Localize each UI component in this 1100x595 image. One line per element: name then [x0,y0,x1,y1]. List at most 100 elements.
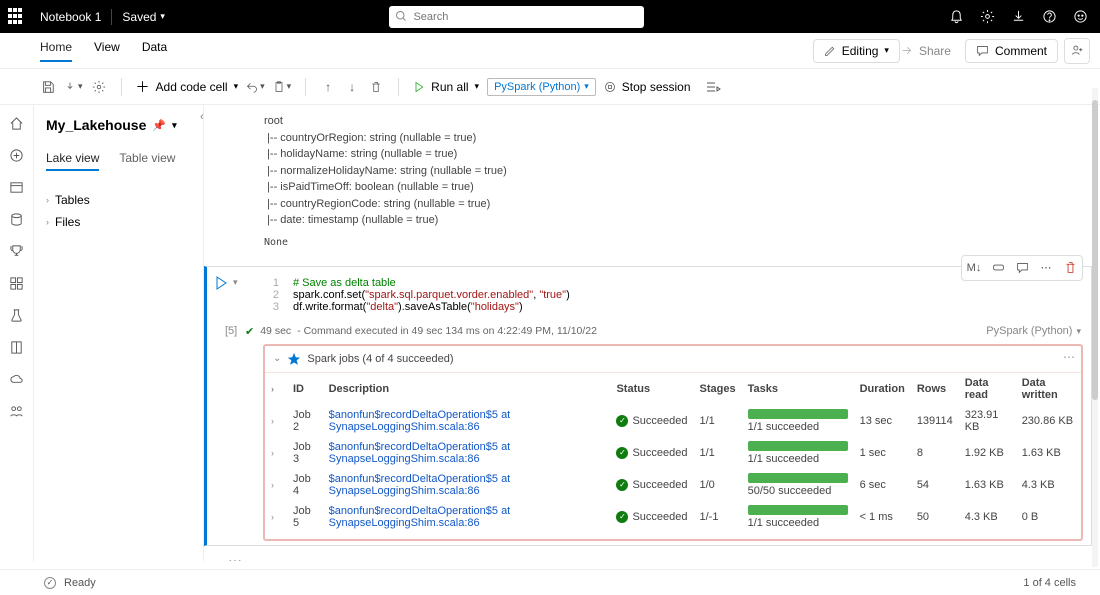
rail-flask-icon[interactable] [9,307,25,323]
tab-lake-view[interactable]: Lake view [46,151,99,171]
comment-button[interactable]: Comment [965,39,1058,63]
code-line-3: df.write.format("delta").saveAsTable("ho… [293,301,523,313]
job-written: 0 B [1016,501,1081,533]
delete-button[interactable] [368,79,384,95]
execution-summary-row: [5] ✔ 49 sec - Command executed in 49 se… [245,325,1091,338]
chevron-right-icon[interactable]: › [271,416,274,426]
download-icon[interactable] [1011,9,1026,24]
col-duration[interactable]: Duration [854,372,911,405]
job-description-link[interactable]: $anonfun$recordDeltaOperation$5 at Synap… [329,473,511,497]
col-tasks[interactable]: Tasks [742,372,854,405]
save-icon-button[interactable] [40,79,56,95]
tree-item-tables[interactable]: ›Tables [46,189,191,211]
toolbar-row: ▾ ＋ Add code cell ▾ ▾ ▾ ↑ ↓ Run all ▾ Py… [0,69,1100,105]
chevron-right-icon[interactable]: › [271,480,274,490]
col-description[interactable]: Description [323,372,611,405]
add-code-cell-button[interactable]: ＋ Add code cell ▾ [136,77,239,97]
spark-jobs-header[interactable]: ⌄ Spark jobs (4 of 4 succeeded) [265,350,1081,372]
gear-icon[interactable] [980,9,995,24]
table-row: ›Job 2$anonfun$recordDeltaOperation$5 at… [265,405,1081,437]
rail-cloud-icon[interactable] [9,371,25,387]
lakehouse-name: My_Lakehouse [46,117,146,133]
search-input[interactable] [389,6,644,28]
editing-mode-button[interactable]: Editing ▾ [813,39,900,63]
cell-toggle-icon[interactable] [988,258,1008,278]
search-icon [395,10,407,22]
share-button[interactable]: Share [900,44,951,58]
paste-button[interactable]: ▾ [273,81,292,93]
job-rows: 8 [911,437,959,469]
job-written: 230.86 KB [1016,405,1081,437]
tab-home[interactable]: Home [40,40,72,62]
col-data-read[interactable]: Data read [959,372,1016,405]
smile-icon[interactable] [1073,9,1088,24]
left-rail [0,105,34,561]
settings-icon-button[interactable] [91,79,107,95]
chevron-right-icon[interactable]: › [271,512,274,522]
col-stages[interactable]: Stages [694,372,742,405]
chevron-down-icon: ▾ [475,81,480,92]
code-cell: M↓ ⋯ ▾ 1# Save as delta table 2spark.con… [204,266,1092,546]
chevron-right-icon[interactable]: › [271,384,274,394]
check-circle-icon: ✓ [616,447,628,459]
chevron-right-icon: › [46,195,49,205]
language-select[interactable]: PySpark (Python) ▾ [487,78,596,96]
tree-item-files[interactable]: ›Files [46,211,191,233]
execution-number: [5] [225,325,237,337]
run-all-button[interactable]: Run all ▾ [413,80,479,94]
rail-trophy-icon[interactable] [9,243,25,259]
tab-view[interactable]: View [94,40,120,62]
rail-home-icon[interactable] [9,115,25,131]
bell-icon[interactable] [949,9,964,24]
ellipsis-icon[interactable]: ⋯ [228,552,1092,562]
run-cell-button[interactable] [213,275,229,291]
rail-browse-icon[interactable] [9,179,25,195]
cell-markdown-icon[interactable]: M↓ [964,258,984,278]
lakehouse-title-row[interactable]: My_Lakehouse 📌 ▾ [46,117,191,133]
stop-session-button[interactable]: Stop session [604,80,691,94]
table-row: ›Job 5$anonfun$recordDeltaOperation$5 at… [265,501,1081,533]
saved-status[interactable]: Saved ▾ [122,10,165,24]
chevron-down-icon[interactable]: ▾ [233,277,238,288]
ribbon-row: Home View Data Editing ▾ Share Comment [0,33,1100,69]
move-up-button[interactable]: ↑ [320,79,336,95]
rail-book-icon[interactable] [9,339,25,355]
chevron-down-icon[interactable]: ▾ [172,120,177,131]
help-icon[interactable] [1042,9,1057,24]
job-status: ✓Succeeded [616,447,687,459]
job-description-link[interactable]: $anonfun$recordDeltaOperation$5 at Synap… [329,441,511,465]
scrollbar-thumb[interactable] [1092,100,1098,400]
stop-session-label: Stop session [622,80,691,94]
rail-data-icon[interactable] [9,211,25,227]
pin-icon[interactable]: 📌 [152,119,166,132]
collaborate-button[interactable] [1064,38,1090,64]
chevron-right-icon[interactable]: › [271,448,274,458]
cell-comment-icon[interactable] [1012,258,1032,278]
tab-table-view[interactable]: Table view [119,151,175,171]
rail-people-icon[interactable] [9,403,25,419]
job-description-link[interactable]: $anonfun$recordDeltaOperation$5 at Synap… [329,409,511,433]
col-id[interactable]: ID [287,372,323,405]
col-data-written[interactable]: Data written [1016,372,1081,405]
job-status: ✓Succeeded [616,511,687,523]
download-icon-button[interactable]: ▾ [64,81,83,93]
rail-create-icon[interactable] [9,147,25,163]
plus-icon: ＋ [136,77,150,97]
job-description-link[interactable]: $anonfun$recordDeltaOperation$5 at Synap… [329,505,511,529]
col-rows[interactable]: Rows [911,372,959,405]
cell-delete-icon[interactable] [1060,258,1080,278]
cell-language-selector[interactable]: PySpark (Python)▾ [986,325,1091,337]
tab-data[interactable]: Data [142,40,167,62]
queue-icon-button[interactable] [705,79,721,95]
waffle-icon[interactable] [8,8,26,26]
move-down-button[interactable]: ↓ [344,79,360,95]
panel-more-icon[interactable]: ⋯ [1063,350,1075,364]
document-title[interactable]: Notebook 1 [40,10,101,24]
check-circle-icon: ✓ [616,511,628,523]
undo-button[interactable]: ▾ [246,81,265,93]
cell-more-icon[interactable]: ⋯ [1036,258,1056,278]
rail-apps-icon[interactable] [9,275,25,291]
pencil-icon [824,45,836,57]
chevron-down-icon: ▾ [584,81,589,92]
col-status[interactable]: Status [610,372,693,405]
